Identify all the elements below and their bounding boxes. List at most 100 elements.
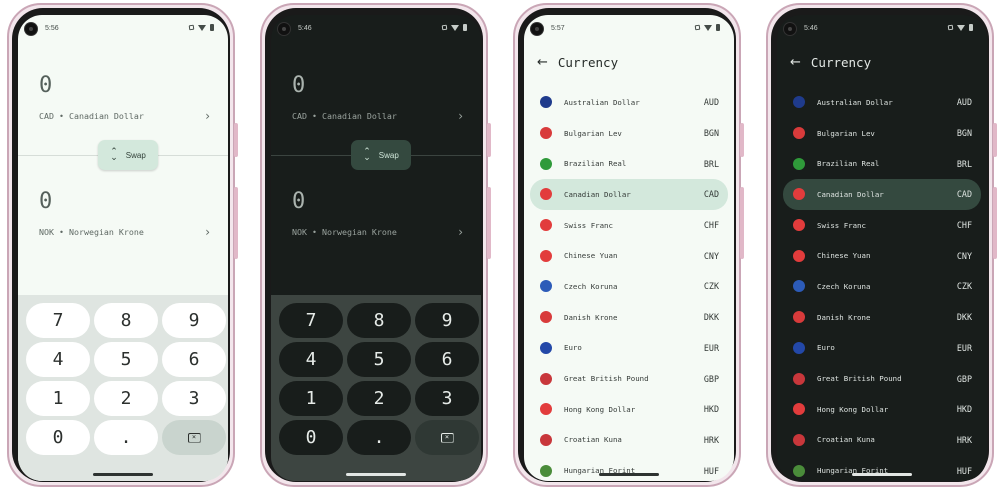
key-5[interactable]: 5 bbox=[347, 342, 411, 377]
key-0[interactable]: 0 bbox=[26, 420, 90, 455]
currency-name: Swiss Franc bbox=[817, 220, 866, 230]
to-currency-label: NOK • Norwegian Krone bbox=[39, 227, 144, 237]
currency-row-cad[interactable]: Canadian Dollar CAD bbox=[530, 179, 728, 210]
currency-row-czk[interactable]: Czech Koruna CZK bbox=[783, 271, 981, 302]
to-currency-selector[interactable]: NOK • Norwegian Krone › bbox=[292, 225, 463, 239]
key-decimal[interactable]: . bbox=[347, 420, 411, 455]
key-2[interactable]: 2 bbox=[347, 381, 411, 416]
from-currency-label: CAD • Canadian Dollar bbox=[292, 111, 397, 121]
key-0[interactable]: 0 bbox=[279, 420, 343, 455]
key-7[interactable]: 7 bbox=[279, 303, 343, 338]
key-1[interactable]: 1 bbox=[26, 381, 90, 416]
gesture-bar[interactable] bbox=[346, 473, 406, 476]
gesture-bar[interactable] bbox=[93, 473, 153, 476]
flag-icon bbox=[793, 157, 805, 170]
back-arrow-icon[interactable]: ← bbox=[537, 55, 548, 70]
currency-code: AUD bbox=[956, 97, 972, 108]
status-bar: 5:46 bbox=[271, 15, 481, 43]
mute-icon bbox=[188, 24, 195, 31]
flag-icon bbox=[793, 188, 805, 201]
currency-row-cny[interactable]: Chinese Yuan CNY bbox=[783, 240, 981, 271]
camera-cutout bbox=[531, 23, 543, 35]
key-6[interactable]: 6 bbox=[415, 342, 479, 377]
currency-code: BRL bbox=[703, 158, 719, 169]
currency-row-hkd[interactable]: Hong Kong Dollar HKD bbox=[783, 394, 981, 425]
currency-row-huf[interactable]: Hungarian Forint HUF bbox=[530, 455, 728, 481]
backspace-icon: × bbox=[440, 432, 454, 443]
gesture-bar[interactable] bbox=[852, 473, 912, 476]
currency-row-gbp[interactable]: Great British Pound GBP bbox=[783, 363, 981, 394]
currency-row-cny[interactable]: Chinese Yuan CNY bbox=[530, 240, 728, 271]
currency-row-hkd[interactable]: Hong Kong Dollar HKD bbox=[530, 394, 728, 425]
currency-row-eur[interactable]: Euro EUR bbox=[783, 333, 981, 364]
flag-icon bbox=[540, 372, 552, 385]
currency-code: CHF bbox=[956, 220, 972, 231]
key-3[interactable]: 3 bbox=[162, 381, 226, 416]
key-5[interactable]: 5 bbox=[94, 342, 158, 377]
currency-row-aud[interactable]: Australian Dollar AUD bbox=[530, 87, 728, 118]
currency-row-chf[interactable]: Swiss Franc CHF bbox=[783, 210, 981, 241]
wifi-icon bbox=[957, 24, 965, 31]
currency-row-bgn[interactable]: Bulgarian Lev BGN bbox=[530, 118, 728, 149]
key-4[interactable]: 4 bbox=[26, 342, 90, 377]
from-amount: 0 bbox=[39, 73, 53, 98]
currency-row-gbp[interactable]: Great British Pound GBP bbox=[530, 363, 728, 394]
key-8[interactable]: 8 bbox=[94, 303, 158, 338]
flag-icon bbox=[540, 403, 552, 416]
battery-icon bbox=[463, 24, 467, 31]
flag-icon bbox=[793, 403, 805, 416]
currency-code: HUF bbox=[956, 465, 972, 476]
backspace-button[interactable]: × bbox=[162, 420, 226, 455]
flag-icon bbox=[540, 280, 552, 293]
top-app-bar: ← Currency bbox=[777, 45, 987, 79]
key-9[interactable]: 9 bbox=[415, 303, 479, 338]
swap-button[interactable]: ⌃ ⌄ Swap bbox=[98, 140, 158, 170]
currency-row-huf[interactable]: Hungarian Forint HUF bbox=[783, 455, 981, 481]
key-1[interactable]: 1 bbox=[279, 381, 343, 416]
currency-row-dkk[interactable]: Danish Krone DKK bbox=[530, 302, 728, 333]
currency-row-czk[interactable]: Czech Koruna CZK bbox=[530, 271, 728, 302]
backspace-button[interactable]: × bbox=[415, 420, 479, 455]
key-7[interactable]: 7 bbox=[26, 303, 90, 338]
key-2[interactable]: 2 bbox=[94, 381, 158, 416]
currency-row-dkk[interactable]: Danish Krone DKK bbox=[783, 302, 981, 333]
currency-name: Brazilian Real bbox=[817, 159, 880, 169]
currency-row-cad[interactable]: Canadian Dollar CAD bbox=[783, 179, 981, 210]
currency-name: Great British Pound bbox=[817, 374, 902, 384]
currency-row-hrk[interactable]: Croatian Kuna HRK bbox=[530, 425, 728, 456]
swap-icon: ⌃ ⌄ bbox=[110, 147, 118, 163]
phone-currency-list-dark: 5:46 ← Currency Australian Dollar AUD Bulg… bbox=[766, 3, 997, 487]
swap-button[interactable]: ⌃ ⌄ Swap bbox=[351, 140, 411, 170]
key-3[interactable]: 3 bbox=[415, 381, 479, 416]
currency-code: HUF bbox=[703, 465, 719, 476]
flag-icon bbox=[540, 96, 552, 109]
gesture-bar[interactable] bbox=[599, 473, 659, 476]
key-8[interactable]: 8 bbox=[347, 303, 411, 338]
key-9[interactable]: 9 bbox=[162, 303, 226, 338]
currency-code: GBP bbox=[703, 373, 719, 384]
currency-code: EUR bbox=[956, 342, 972, 353]
currency-row-aud[interactable]: Australian Dollar AUD bbox=[783, 87, 981, 118]
currency-row-eur[interactable]: Euro EUR bbox=[530, 333, 728, 364]
from-currency-selector[interactable]: CAD • Canadian Dollar › bbox=[39, 109, 210, 123]
key-decimal[interactable]: . bbox=[94, 420, 158, 455]
currency-row-brl[interactable]: Brazilian Real BRL bbox=[530, 148, 728, 179]
key-6[interactable]: 6 bbox=[162, 342, 226, 377]
key-4[interactable]: 4 bbox=[279, 342, 343, 377]
currency-code: GBP bbox=[956, 373, 972, 384]
currency-name: Danish Krone bbox=[564, 312, 618, 322]
flag-icon bbox=[540, 157, 552, 170]
back-arrow-icon[interactable]: ← bbox=[790, 55, 801, 70]
currency-row-chf[interactable]: Swiss Franc CHF bbox=[530, 210, 728, 241]
currency-code: HKD bbox=[703, 404, 719, 415]
currency-name: Euro bbox=[564, 343, 582, 353]
currency-row-brl[interactable]: Brazilian Real BRL bbox=[783, 148, 981, 179]
currency-screen: 5:57 ← Currency Australian Dollar AUD Bulg… bbox=[524, 15, 734, 481]
clock: 5:57 bbox=[551, 25, 565, 32]
currency-row-hrk[interactable]: Croatian Kuna HRK bbox=[783, 425, 981, 456]
currency-code: CHF bbox=[703, 220, 719, 231]
currency-code: DKK bbox=[703, 312, 719, 323]
to-currency-selector[interactable]: NOK • Norwegian Krone › bbox=[39, 225, 210, 239]
from-currency-selector[interactable]: CAD • Canadian Dollar › bbox=[292, 109, 463, 123]
currency-row-bgn[interactable]: Bulgarian Lev BGN bbox=[783, 118, 981, 149]
